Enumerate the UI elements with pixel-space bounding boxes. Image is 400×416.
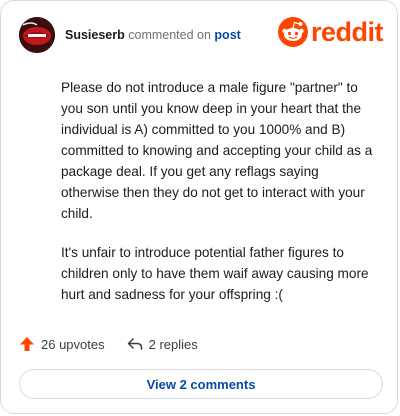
comment-body: Please do not introduce a male figure "p…: [61, 77, 379, 323]
comment-meta: Susieserb commented on post: [65, 27, 241, 43]
comment-paragraph: Please do not introduce a male figure "p…: [61, 80, 373, 221]
replies-button[interactable]: 2 replies: [127, 336, 198, 352]
comment-header: Susieserb commented on post reddit: [19, 15, 384, 55]
user-avatar[interactable]: [19, 17, 55, 53]
commented-on-text: commented on: [128, 28, 211, 42]
reply-arrow-icon: [127, 338, 142, 350]
reddit-logo-icon: [277, 17, 308, 47]
view-comments-button[interactable]: View 2 comments: [19, 369, 383, 399]
comment-paragraph: It's unfair to introduce potential fathe…: [61, 245, 369, 302]
comment-card: Susieserb commented on post reddit Pleas…: [0, 0, 398, 414]
reply-count: 2 replies: [148, 336, 198, 352]
upvote-button[interactable]: 26 upvotes: [19, 336, 105, 352]
post-link[interactable]: post: [214, 28, 240, 42]
reddit-logo-text: reddit: [310, 17, 384, 47]
comment-actions: 26 upvotes 2 replies: [19, 333, 220, 355]
upvote-arrow-icon: [20, 337, 34, 351]
username[interactable]: Susieserb: [65, 28, 125, 42]
upvote-count: 26 upvotes: [41, 336, 105, 352]
reddit-logo[interactable]: reddit: [277, 17, 384, 47]
avatar-lips-icon: [19, 17, 55, 53]
